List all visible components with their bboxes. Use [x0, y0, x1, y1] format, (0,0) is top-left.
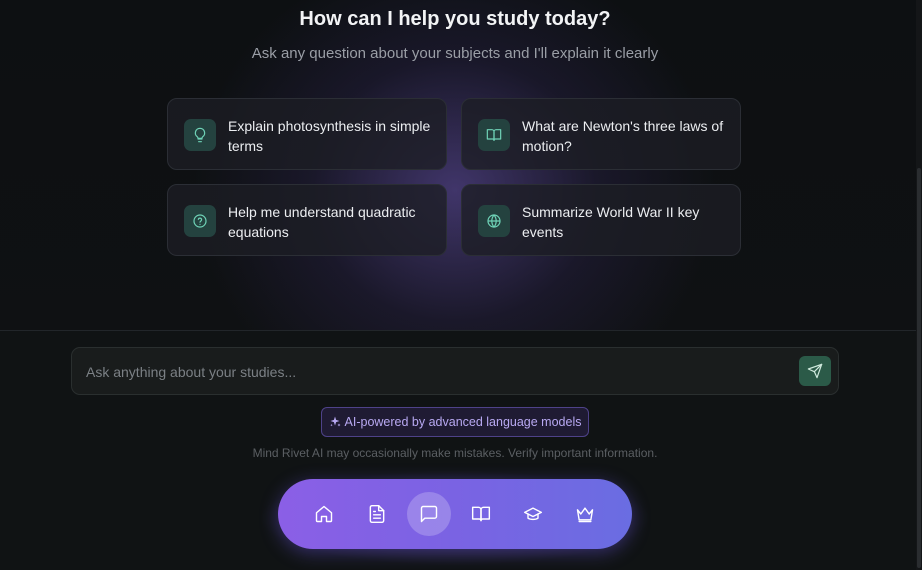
nav-courses[interactable] [511, 492, 555, 536]
disclaimer-text: Mind Rivet AI may occasionally make mist… [252, 446, 658, 460]
page-title: How can I help you study today? [299, 8, 611, 30]
chat-input[interactable] [84, 348, 788, 396]
crown-icon [576, 507, 594, 523]
nav-home[interactable] [302, 492, 346, 536]
nav-chat[interactable] [407, 492, 451, 536]
book-open-icon [471, 506, 491, 522]
ai-powered-badge: AI-powered by advanced language models [321, 407, 589, 437]
suggestion-text: Help me understand quadratic equations [228, 204, 416, 240]
scrollbar-thumb[interactable] [917, 168, 921, 568]
suggestion-card-photosynthesis[interactable]: Explain photosynthesis in simple terms [167, 98, 447, 170]
suggestion-text: What are Newton's three laws of motion? [522, 118, 724, 154]
home-icon [315, 505, 333, 523]
send-icon [807, 363, 823, 379]
suggestion-text: Explain photosynthesis in simple terms [228, 118, 431, 154]
nav-premium[interactable] [563, 492, 607, 536]
book-icon [478, 119, 510, 151]
chat-input-box[interactable] [71, 347, 839, 396]
bottom-nav [278, 479, 632, 549]
nav-notes[interactable] [355, 492, 399, 536]
graduation-cap-icon [523, 507, 543, 521]
suggestion-card-quadratic[interactable]: Help me understand quadratic equations [167, 184, 447, 256]
suggestion-text: Summarize World War II key events [522, 204, 700, 240]
document-icon [369, 504, 385, 524]
help-circle-icon [184, 205, 216, 237]
lightbulb-icon [184, 119, 216, 151]
study-assistant-page: How can I help you study today? Ask any … [0, 0, 922, 570]
suggestion-card-ww2[interactable]: Summarize World War II key events [461, 184, 741, 256]
scrollbar-track[interactable] [916, 0, 922, 570]
badge-label: AI-powered by advanced language models [344, 415, 582, 429]
send-button[interactable] [799, 356, 831, 386]
sparkles-icon [329, 416, 341, 427]
page-subtitle: Ask any question about your subjects and… [251, 45, 659, 62]
nav-library[interactable] [459, 492, 503, 536]
suggestion-card-newton[interactable]: What are Newton's three laws of motion? [461, 98, 741, 170]
chat-icon [420, 505, 438, 523]
globe-icon [478, 205, 510, 237]
